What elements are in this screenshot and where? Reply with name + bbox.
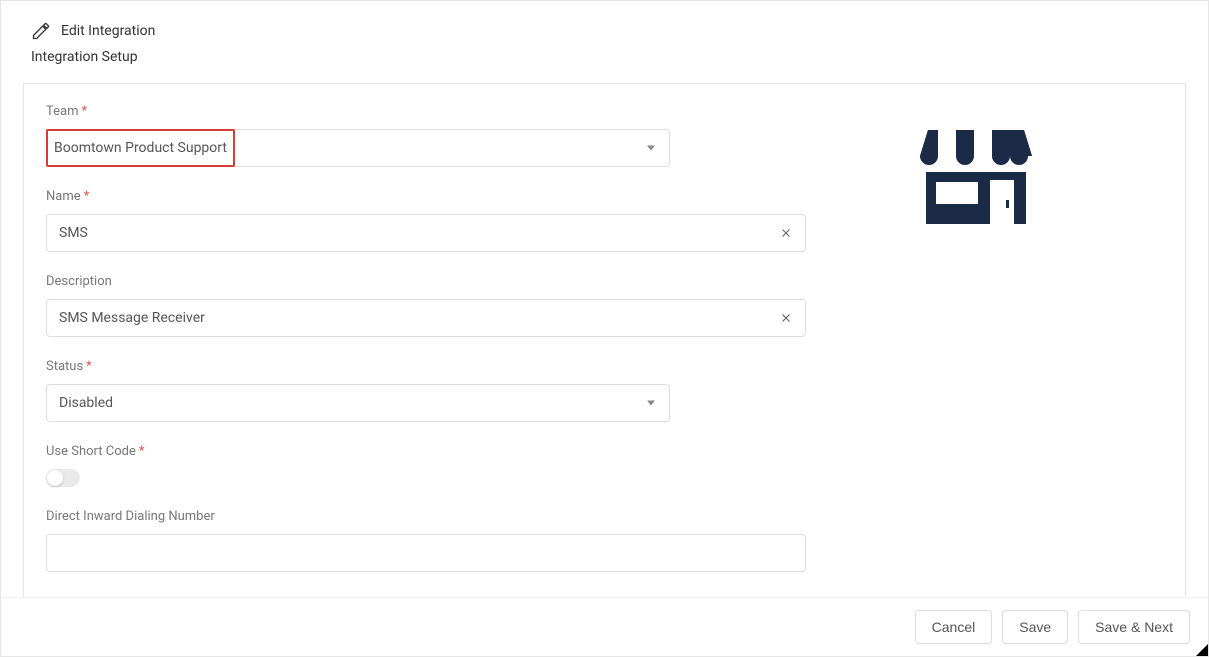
team-select[interactable]: Boomtown Product Support (46, 129, 670, 167)
description-label-text: Description (46, 274, 112, 289)
team-label-text: Team (46, 104, 79, 119)
shortcode-field-group: Use Short Code* (46, 444, 816, 487)
required-asterisk: * (82, 104, 88, 119)
team-field-group: Team* Boomtown Product Support (46, 104, 816, 167)
name-input-value: SMS (59, 225, 88, 241)
team-select-value: Boomtown Product Support (54, 140, 227, 156)
did-label: Direct Inward Dialing Number (46, 509, 816, 524)
resize-handle-icon[interactable] (1194, 642, 1208, 656)
description-field-group: Description SMS Message Receiver (46, 274, 816, 337)
status-label: Status* (46, 359, 816, 374)
did-field-group: Direct Inward Dialing Number (46, 509, 816, 572)
description-input-value: SMS Message Receiver (59, 310, 205, 326)
save-next-button[interactable]: Save & Next (1078, 610, 1190, 644)
name-field-group: Name* SMS (46, 189, 816, 252)
name-label-text: Name (46, 189, 81, 204)
chevron-down-icon (647, 146, 655, 151)
integration-form-panel: Team* Boomtown Product Support Name* SMS (23, 83, 1186, 603)
shortcode-label: Use Short Code* (46, 444, 816, 459)
status-select[interactable]: Disabled (46, 384, 670, 422)
status-select-value: Disabled (59, 395, 113, 411)
illustration-column (816, 104, 1036, 572)
storefront-icon (916, 220, 1036, 236)
team-label: Team* (46, 104, 816, 119)
required-asterisk: * (86, 359, 92, 374)
required-asterisk: * (84, 189, 90, 204)
description-input[interactable]: SMS Message Receiver (46, 299, 806, 337)
shortcode-toggle[interactable] (46, 469, 80, 487)
chevron-down-icon (647, 401, 655, 406)
clear-icon[interactable] (777, 224, 795, 242)
page-header: Edit Integration (1, 1, 1208, 49)
required-asterisk: * (139, 444, 145, 459)
shortcode-label-text: Use Short Code (46, 444, 136, 459)
name-label: Name* (46, 189, 816, 204)
save-button[interactable]: Save (1002, 610, 1068, 644)
status-label-text: Status (46, 359, 83, 374)
toggle-knob (47, 470, 63, 486)
team-value-highlight: Boomtown Product Support (46, 129, 235, 167)
edit-integration-page: Edit Integration Integration Setup Team*… (0, 0, 1209, 657)
page-subtitle: Integration Setup (1, 49, 1208, 83)
did-input[interactable] (46, 534, 806, 572)
cancel-button[interactable]: Cancel (915, 610, 993, 644)
page-title: Edit Integration (61, 23, 155, 39)
description-label: Description (46, 274, 816, 289)
did-label-text: Direct Inward Dialing Number (46, 509, 215, 524)
status-field-group: Status* Disabled (46, 359, 816, 422)
form-column: Team* Boomtown Product Support Name* SMS (46, 104, 816, 572)
pencil-icon (31, 21, 51, 41)
clear-icon[interactable] (777, 309, 795, 327)
footer-action-bar: Cancel Save Save & Next (1, 597, 1208, 656)
name-input[interactable]: SMS (46, 214, 806, 252)
